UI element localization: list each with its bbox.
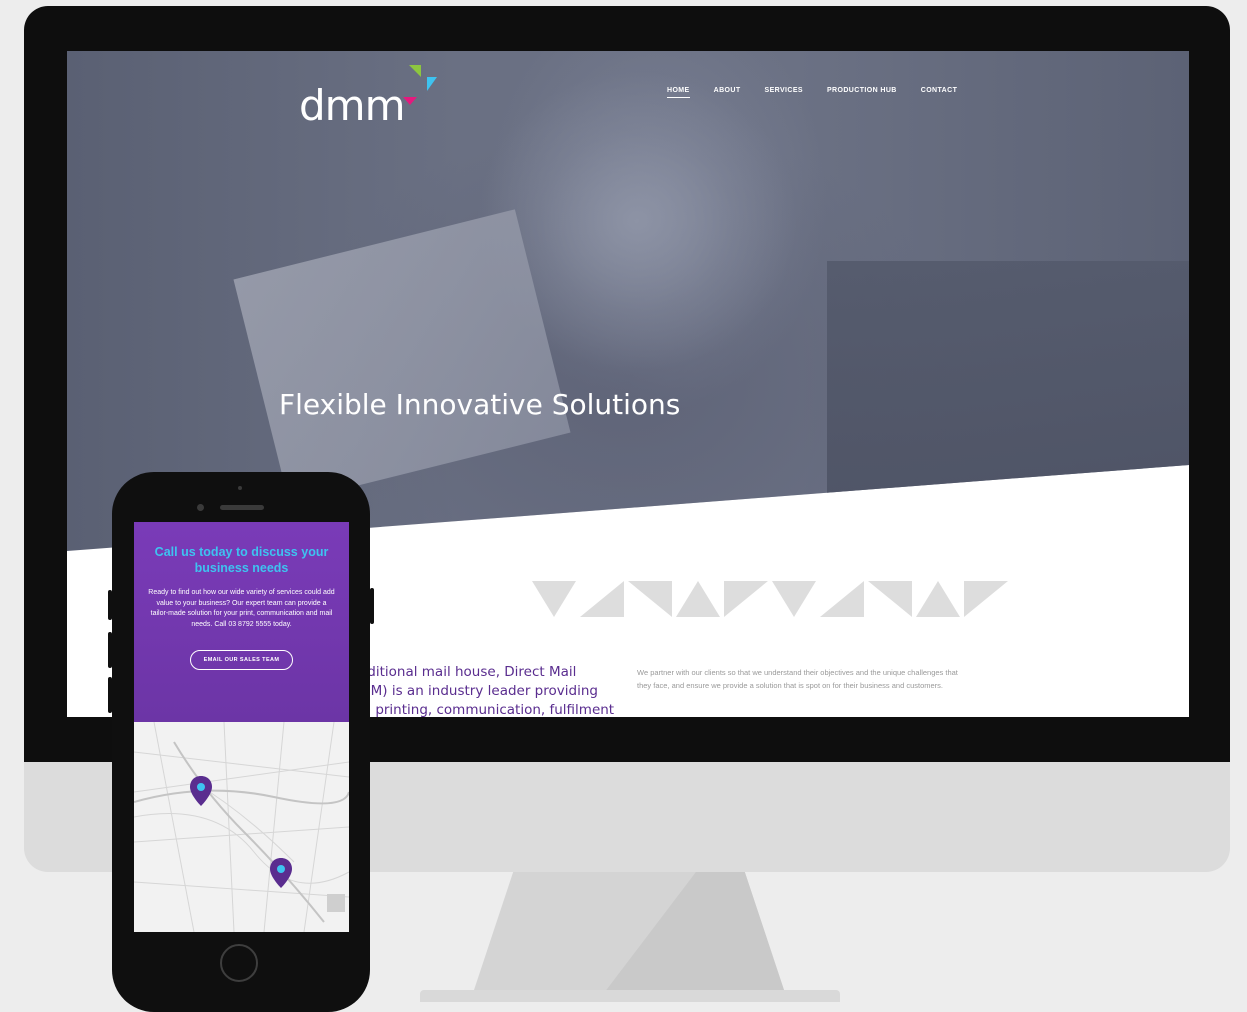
main-nav: HOME ABOUT SERVICES PRODUCTION HUB CONTA… <box>667 87 957 98</box>
phone-speaker <box>220 505 264 510</box>
pattern-triangle <box>628 581 672 617</box>
cta-body: Ready to find out how our wide variety o… <box>148 589 335 628</box>
phone-sensor <box>238 486 242 490</box>
pattern-triangle <box>820 581 864 617</box>
pattern-triangle <box>772 581 816 617</box>
nav-production-hub[interactable]: PRODUCTION HUB <box>827 87 897 98</box>
map-roads <box>134 721 349 932</box>
pattern-triangle <box>868 581 912 617</box>
location-map[interactable] <box>134 721 349 932</box>
hero-laptop-image <box>827 261 1189 511</box>
intro-line: aditional mail house, Direct Mail <box>359 664 577 680</box>
intro-text: aditional mail house, Direct Mail MM) is… <box>359 663 619 717</box>
phone-mute-switch <box>108 590 112 620</box>
cta-section: Call us today to discuss your business n… <box>134 522 349 722</box>
nav-services[interactable]: SERVICES <box>765 87 803 98</box>
pattern-triangle <box>532 581 576 617</box>
intro-line: MM) is an industry leader providing <box>359 683 598 699</box>
phone-camera <box>197 504 204 511</box>
nav-contact[interactable]: CONTACT <box>921 87 958 98</box>
pattern-triangle <box>676 581 720 617</box>
phone-volume-up <box>108 632 112 668</box>
logo-mark-icon <box>403 65 437 105</box>
cta-title: Call us today to discuss your business n… <box>154 545 329 575</box>
map-zoom-control[interactable] <box>327 894 345 912</box>
map-pin-icon[interactable] <box>270 858 292 888</box>
phone-device: Call us today to discuss your business n… <box>108 472 374 1012</box>
phone-power-button <box>370 588 374 624</box>
pattern-triangle <box>916 581 960 617</box>
pattern-triangle <box>580 581 624 617</box>
partner-text: We partner with our clients so that we u… <box>637 668 958 690</box>
pattern-triangle <box>964 581 1008 617</box>
site-logo[interactable]: dmm <box>299 65 437 131</box>
monitor-stand-base <box>420 990 840 1002</box>
logo-text: dmm <box>299 81 405 130</box>
map-pin-icon[interactable] <box>190 776 212 806</box>
nav-about[interactable]: ABOUT <box>714 87 741 98</box>
email-sales-button[interactable]: EMAIL OUR SALES TEAM <box>189 650 294 670</box>
phone-screen: Call us today to discuss your business n… <box>134 522 349 932</box>
pattern-triangle <box>724 581 768 617</box>
intro-line: al printing, communication, fulfilment <box>359 702 615 717</box>
phone-volume-down <box>108 677 112 713</box>
phone-home-button[interactable] <box>220 944 258 982</box>
nav-home[interactable]: HOME <box>667 87 690 98</box>
triangle-pattern <box>532 581 1008 617</box>
hero-title: Flexible Innovative Solutions <box>279 387 681 421</box>
